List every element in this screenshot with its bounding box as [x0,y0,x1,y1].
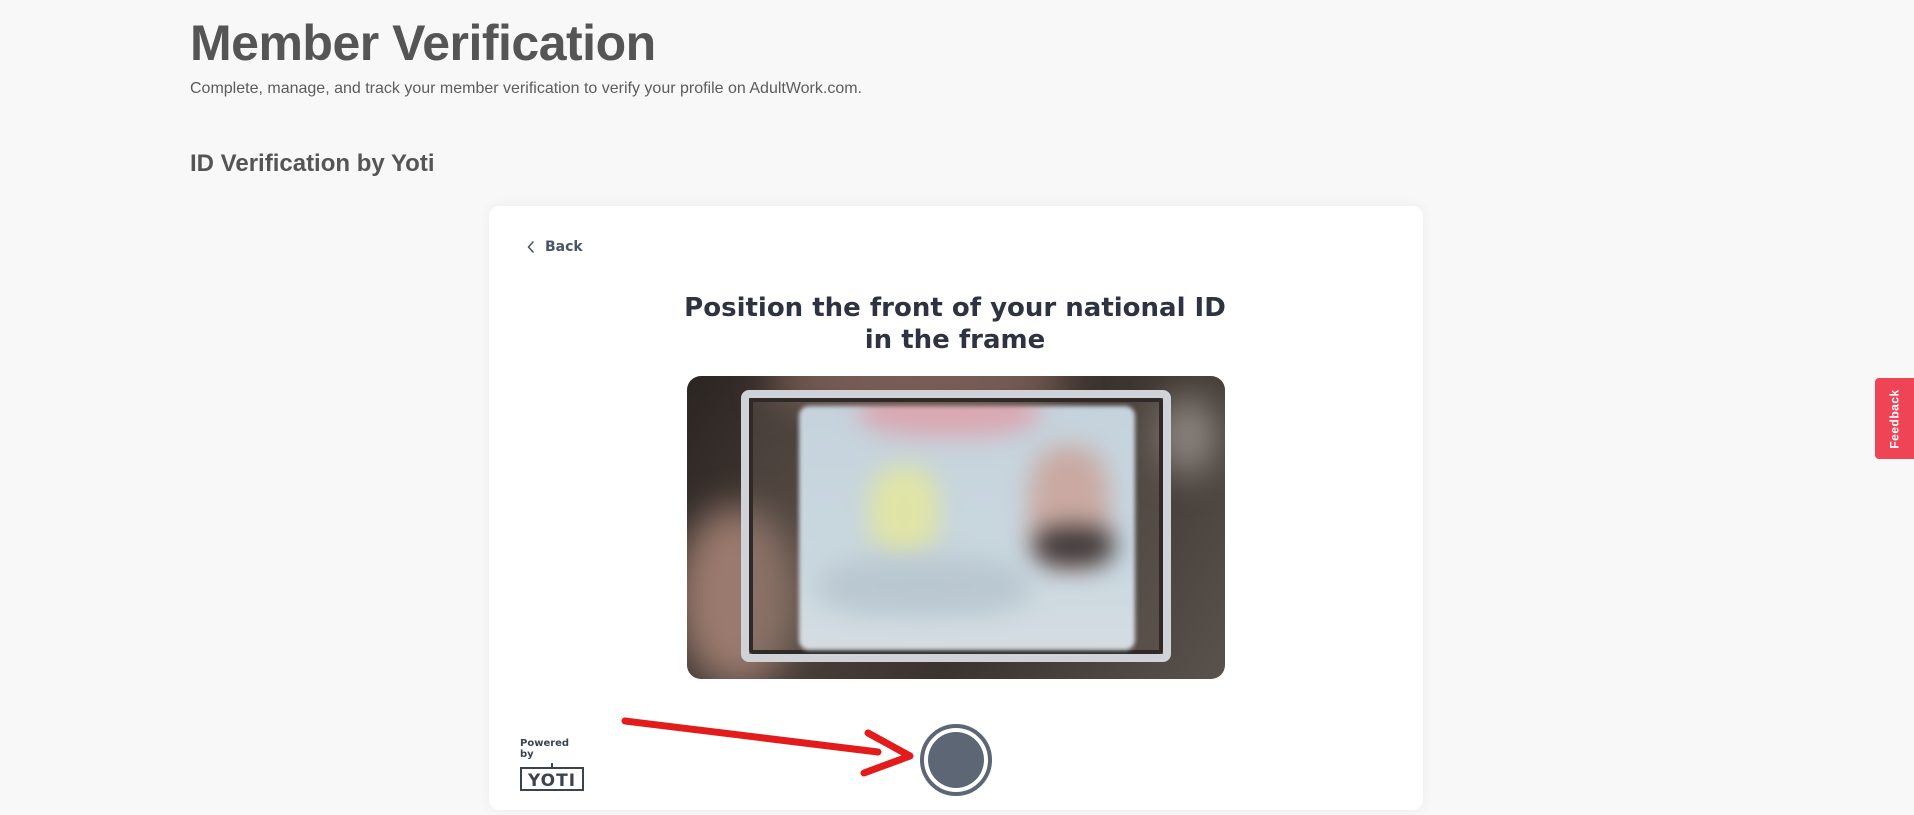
shutter-icon [928,732,984,788]
chevron-left-icon [527,241,534,253]
page-subtitle: Complete, manage, and track your member … [190,80,862,97]
id-card-text-blur [819,556,1029,616]
powered-by-label: Powered by [520,738,570,760]
feedback-tab[interactable]: Feedback [1875,378,1914,459]
section-title: ID Verification by Yoti [190,150,435,177]
capture-button[interactable] [920,724,992,796]
page-title: Member Verification [190,15,656,71]
id-card-image [799,406,1135,650]
id-card-photo-shadow-blur [1034,526,1114,566]
id-card-emblem-blur [869,466,939,556]
yoti-logo-text: YOTI [527,771,576,791]
verification-card: Back Position the front of your national… [489,206,1423,810]
back-label: Back [545,239,583,255]
id-card-header-blur [859,406,1039,436]
yoti-logo: YOTI [520,763,584,791]
back-button[interactable]: Back [527,239,583,255]
powered-by-yoti: Powered by YOTI [520,738,586,791]
camera-preview [687,376,1225,679]
capture-instruction: Position the front of your national ID i… [684,293,1226,355]
feedback-label: Feedback [1887,388,1902,449]
